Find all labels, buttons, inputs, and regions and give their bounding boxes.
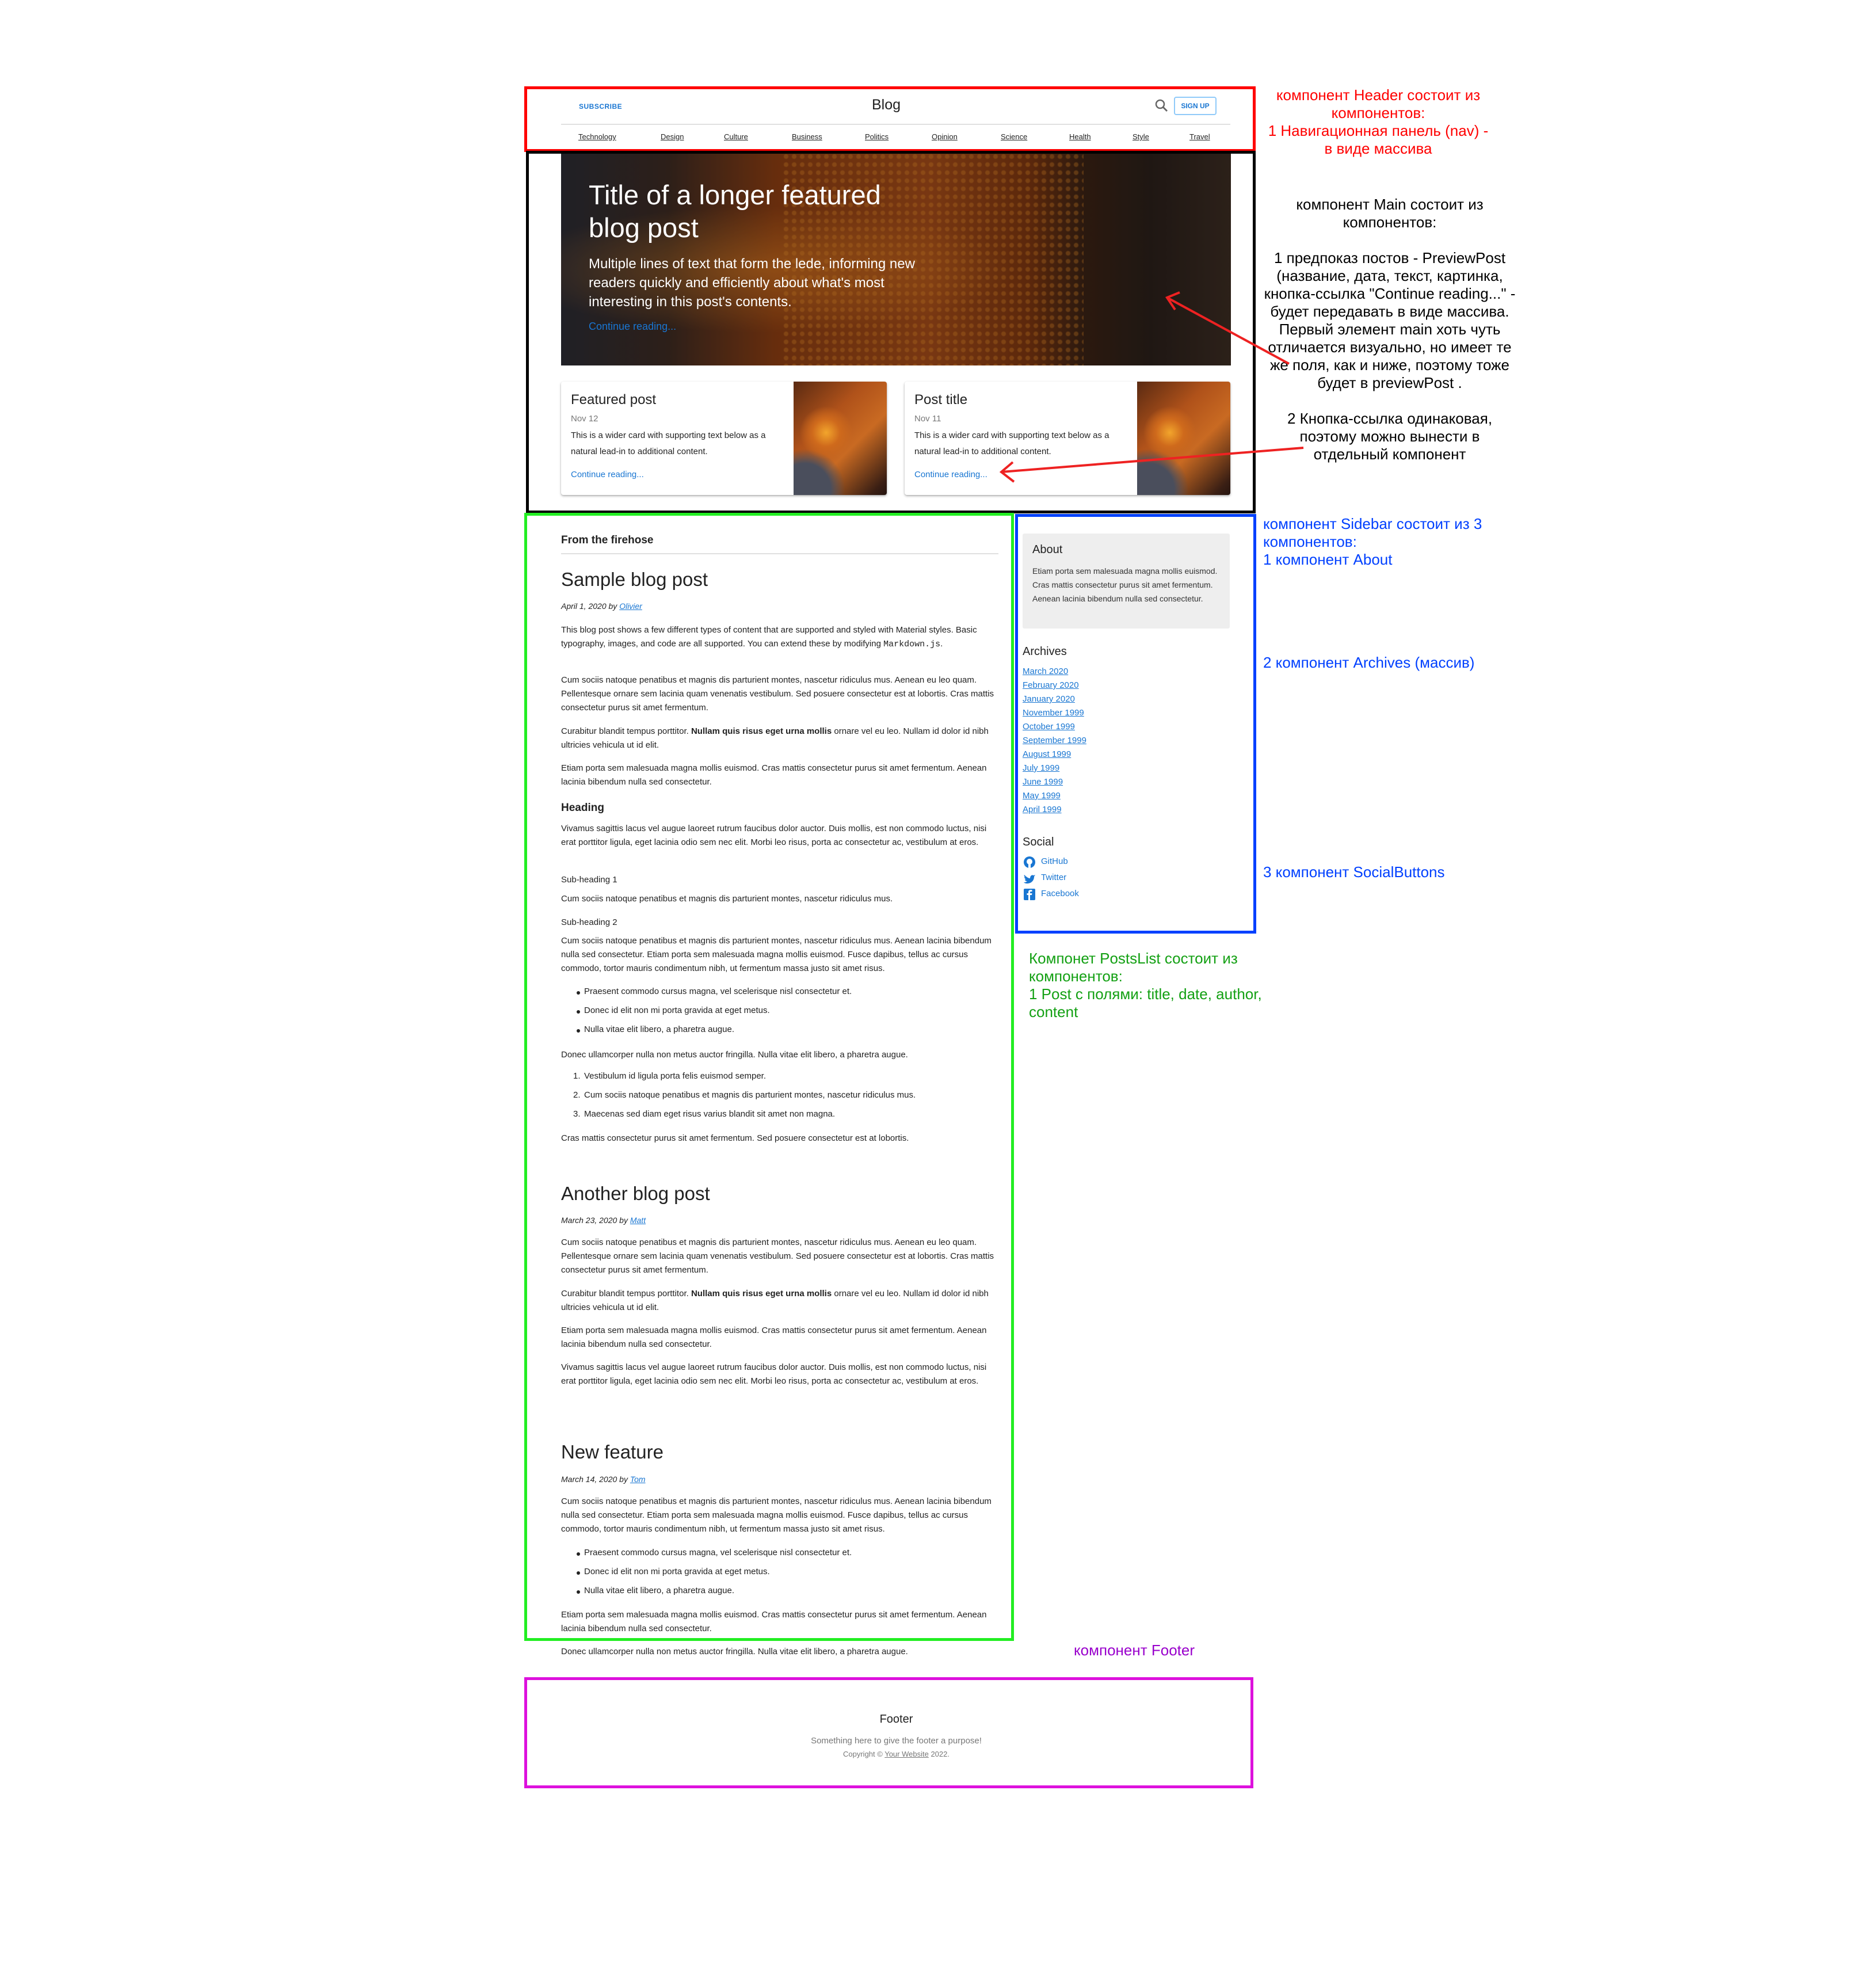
posts-note-post: 1 Post с полями: title, date, author, co…: [1029, 985, 1262, 1020]
post-paragraph: Donec ullamcorper nulla non metus auctor…: [561, 1647, 908, 1656]
header-annotation-frame: [524, 86, 1256, 152]
main-note-preview: 1 предпоказ постов - PreviewPost (назван…: [1264, 249, 1516, 320]
main-note-title: компонент Main состоит из компонентов:: [1296, 196, 1484, 231]
sidebar-note-about: 1 компонент About: [1263, 551, 1393, 568]
header-note: компонент Header состоит из компонентов:…: [1263, 86, 1493, 158]
sidebar-note-title: компонент Sidebar состоит из 3 компонент…: [1263, 515, 1482, 550]
main-annotation-frame: [526, 151, 1256, 513]
footer-annotation-frame: [524, 1677, 1253, 1788]
footer-note: компонент Footer: [1074, 1642, 1195, 1659]
main-note-link: 2 Кнопка-ссылка одинаковая, поэтому можн…: [1287, 410, 1493, 463]
posts-annotation-frame: [524, 513, 1014, 1641]
sidebar-note: компонент Sidebar состоит из 3 компонент…: [1263, 515, 1516, 569]
posts-note: Компонет PostsList состоит из компоненто…: [1029, 950, 1271, 1021]
main-note: компонент Main состоит из компонентов: 1…: [1263, 196, 1516, 463]
header-note-nav: 1 Навигационная панель (nav) - в виде ма…: [1268, 122, 1489, 157]
sidebar-note-archives: 2 компонент Archives (массив): [1263, 654, 1475, 671]
header-note-title: компонент Header состоит из компонентов:: [1276, 86, 1481, 121]
sidebar-note-social: 3 компонент SocialButtons: [1263, 863, 1445, 881]
sidebar-annotation-frame: [1015, 514, 1256, 934]
main-note-first: Первый элемент main хоть чуть отличается…: [1268, 321, 1512, 391]
posts-note-title: Компонет PostsList состоит из компоненто…: [1029, 950, 1238, 985]
